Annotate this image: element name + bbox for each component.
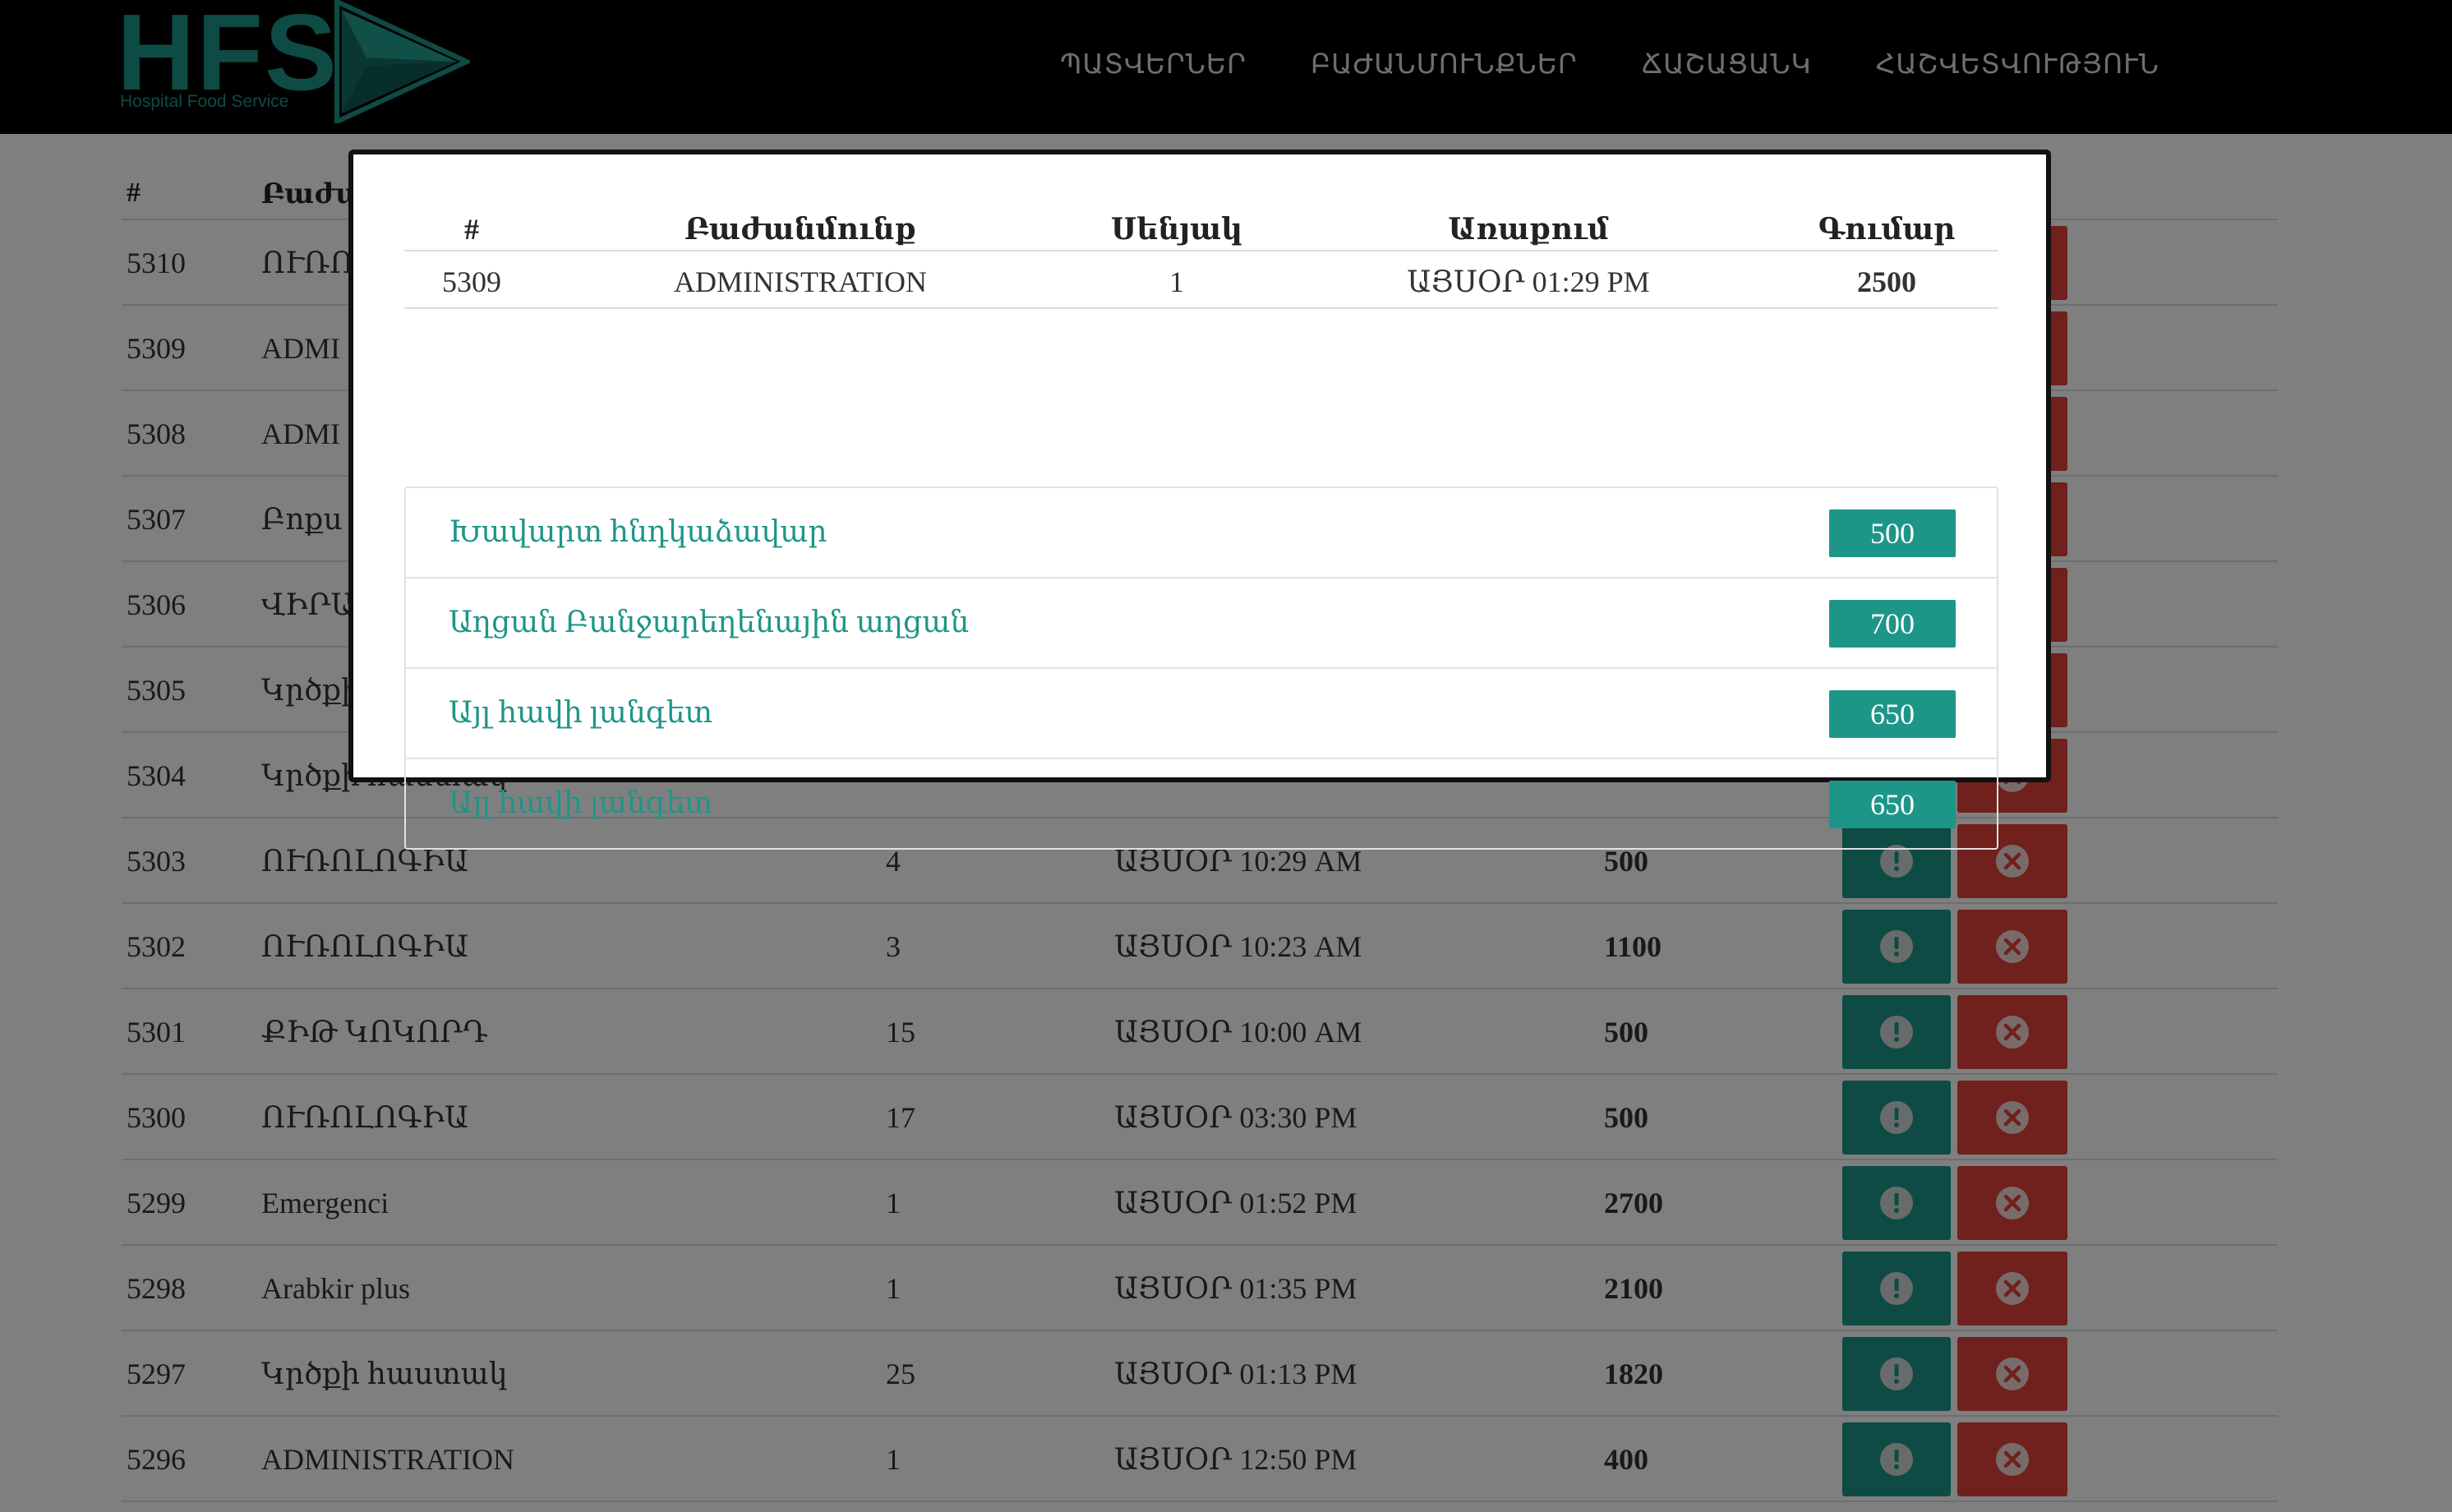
item-name: Աղցան Բանջարեղենային աղցան [449,606,970,638]
item-price-badge: 650 [1829,690,1956,738]
order-items-list: Խավարտ հնդկաձավար 500 Աղցան Բանջարեղենայ… [404,486,1998,850]
order-summary-row: 5309 ADMINISTRATION 1 ԱՅՍՕՐ 01:29 PM 250… [404,251,1998,309]
list-item: Այլ հավի լանգետ 650 [406,759,1997,848]
item-name: Խավարտ հնդկաձավար [449,515,827,548]
order-details-modal: # Բաժանմունք Սենյակ Առաքում Գումար 5309 … [348,150,2051,850]
list-item: Խավարտ հնդկաձավար 500 [406,488,1997,579]
header-id: # [464,213,479,246]
item-price-badge: 500 [1829,509,1956,557]
order-summary-header: # Բաժանմունք Սենյակ Առաքում Գումար [404,209,1998,251]
order-id: 5309 [442,265,501,298]
item-price-badge: 650 [1829,781,1956,828]
order-room: 1 [1169,265,1184,298]
item-name: Այլ հավի լանգետ [449,696,712,729]
order-department: ADMINISTRATION [674,265,927,298]
header-department: Բաժանմունք [684,213,917,246]
header-delivery: Առաքում [1448,213,1609,246]
order-sum: 2500 [1857,265,1916,298]
list-item: Աղցան Բանջարեղենային աղցան 700 [406,579,1997,669]
header-room: Սենյակ [1110,213,1243,246]
item-name: Այլ հավի լանգետ [449,786,712,819]
order-delivery: ԱՅՍՕՐ 01:29 PM [1407,265,1650,298]
order-summary-table: # Բաժանմունք Սենյակ Առաքում Գումար 5309 … [404,209,1998,309]
item-price-badge: 700 [1829,600,1956,648]
list-item: Այլ հավի լանգետ 650 [406,669,1997,759]
header-sum: Գումար [1818,213,1956,246]
